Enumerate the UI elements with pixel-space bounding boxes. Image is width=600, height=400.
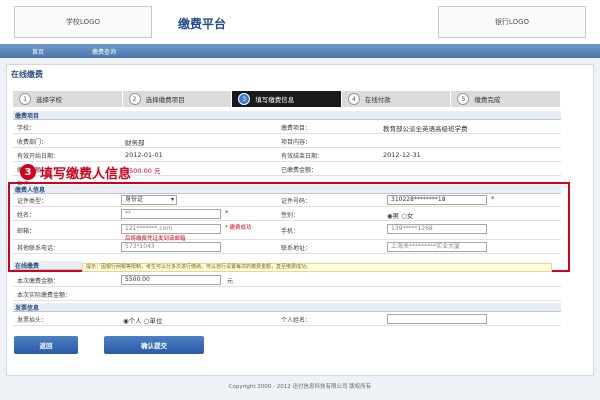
payee-dept-value: 财务部 [125, 139, 145, 147]
fee-row-dept: 收费部门： 财务部 项目内容： [13, 135, 561, 148]
invoice-row: 发票抬头： ◉个人 ○单位 个人姓名： [13, 313, 561, 326]
step-number: 1 [19, 93, 31, 105]
platform-title: 缴费平台 [178, 17, 227, 31]
step-label: 填写缴费信息 [255, 96, 295, 104]
invoice-title-label: 发票抬头： [17, 317, 48, 324]
fee-project-label: 缴费项目： [281, 125, 312, 132]
amount-unit: 元 [227, 278, 234, 285]
payee-dept-label: 收费部门： [17, 139, 48, 146]
paid-amount-label: 已缴费金额： [281, 167, 318, 174]
step-label: 缴费完成 [474, 96, 501, 104]
nav-fee-query-link[interactable]: 缴费查询 [92, 47, 116, 56]
top-header: 学校LOGO 缴费平台 银行LOGO [0, 0, 600, 44]
person-name-input[interactable] [387, 314, 487, 324]
this-amount-input[interactable]: 5500.00 [121, 275, 221, 285]
step-fill-info: 3 填写缴费信息 [232, 91, 342, 107]
fee-row-dates: 有效开始日期： 2012-01-01 有效结束日期： 2012-12-31 [13, 149, 561, 162]
bank-logo: 银行LOGO [438, 6, 586, 38]
fee-item-heading: 缴费项目 [13, 111, 561, 120]
nav-home-link[interactable]: 首页 [32, 47, 44, 56]
pay-row-actual: 本次实际缴费金额： [13, 288, 561, 301]
payer-info-highlight-frame [8, 182, 570, 272]
step-payment-complete: 5 缴费完成 [451, 91, 561, 107]
end-date-label: 有效结束日期： [281, 153, 324, 160]
main-nav: 首页 缴费查询 [0, 44, 600, 58]
step-callout-badge: 3 [20, 164, 36, 180]
page-title: 在线缴费 [11, 70, 43, 79]
back-button[interactable]: 返回 [14, 336, 78, 354]
step-select-school: 1 选择学校 [13, 91, 123, 107]
step-select-fee-item: 2 选择缴费项目 [122, 91, 233, 107]
fee-row-school: 学校： 缴费项目： 教育部公派全英语高级班学费 [13, 121, 561, 134]
pay-row-amount: 本次缴费金额： 5500.00 元 [13, 274, 561, 287]
step-online-payment: 4 在线付款 [341, 91, 452, 107]
school-logo: 学校LOGO [14, 6, 152, 38]
footer-copyright: Copyright 2000 - 2012 迅付信息科技有限公司 版权所有 [228, 384, 372, 390]
fee-project-value: 教育部公派全英语高级班学费 [383, 125, 468, 133]
step-label: 选择缴费项目 [145, 96, 185, 104]
start-date-label: 有效开始日期： [17, 153, 60, 160]
payment-hint: 提示：因银行网银等限制，考生可以分多次进行缴纳，可以自行设置每次的缴费金额，直至… [82, 263, 552, 272]
invoice-heading: 发票信息 [13, 303, 561, 312]
start-date-value: 2012-01-01 [125, 151, 163, 159]
step-number: 2 [128, 93, 141, 105]
step-number: 3 [238, 93, 251, 105]
progress-steps: 1 选择学校 2 选择缴费项目 3 填写缴费信息 4 在线付款 5 缴费完成 [13, 91, 561, 107]
step-number: 5 [457, 93, 470, 105]
actual-amount-label: 本次实际缴费金额： [17, 292, 72, 299]
this-amount-label: 本次缴费金额： [17, 278, 60, 285]
step-callout-text: 填写缴费人信息 [40, 167, 132, 182]
person-name-label: 个人姓名： [281, 317, 312, 324]
confirm-submit-button[interactable]: 确认提交 [104, 336, 204, 354]
invoice-title-radio-group[interactable]: ◉个人 ○单位 [123, 315, 162, 325]
step-label: 选择学校 [36, 96, 62, 104]
school-label: 学校： [17, 125, 36, 132]
step-number: 4 [347, 93, 360, 105]
end-date-value: 2012-12-31 [383, 151, 421, 159]
internal-unit-label: 项目内容： [281, 139, 312, 146]
step-label: 在线付款 [364, 96, 391, 104]
